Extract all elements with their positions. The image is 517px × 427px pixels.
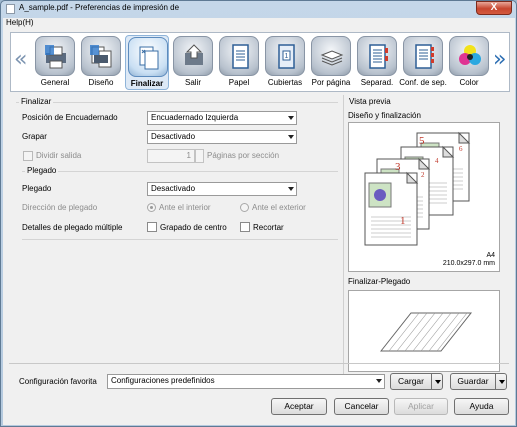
stepper-arrows-icon[interactable] [195, 149, 204, 163]
guardar-button[interactable]: Guardar [450, 373, 507, 390]
tab-papel[interactable]: Papel [217, 35, 261, 90]
folding-preview [348, 290, 500, 372]
document-icon [6, 4, 15, 14]
finalizar-plegado-label: Finalizar-Plegado [348, 277, 411, 286]
plegado-label: Plegado [22, 184, 52, 193]
chevron-down-icon[interactable] [431, 374, 443, 389]
grapar-select[interactable]: Desactivado [147, 130, 297, 144]
separator-icon [357, 36, 397, 76]
grapar-value: Desactivado [151, 132, 196, 141]
aceptar-button[interactable]: Aceptar [271, 398, 327, 415]
dividir-salida-value: 1 [186, 151, 191, 160]
tab-finalizar[interactable]: Finalizar [125, 35, 169, 90]
print-preferences-window: A_sample.pdf - Preferencias de impresión… [0, 0, 517, 427]
close-button[interactable]: X [476, 1, 512, 15]
diseno-finalizacion-label: Diseño y finalización [348, 111, 421, 120]
plegado-group-bottom [22, 239, 338, 240]
page-stack-illustration: 5 3 1 6 4 2 [364, 131, 471, 246]
cargar-button[interactable]: Cargar [390, 373, 443, 390]
layout-preview: 5 3 1 6 4 2 A4 210.0x297.0 mm [348, 122, 500, 272]
page-number-1: 1 [400, 215, 406, 227]
ante-interior-label: Ante el interior [159, 203, 211, 212]
separator-settings-icon [403, 36, 443, 76]
menu-bar: Help(H) [3, 18, 515, 29]
chevron-down-icon [376, 379, 382, 383]
aplicar-button[interactable]: Aplicar [394, 398, 448, 415]
favorita-select[interactable]: Configuraciones predefinidos [107, 374, 385, 389]
window-title: A_sample.pdf - Preferencias de impresión… [19, 3, 180, 12]
ante-interior-radio[interactable] [147, 203, 156, 212]
chevron-down-icon [288, 187, 294, 191]
grapar-label: Grapar [22, 132, 47, 141]
tab-label: Color [459, 78, 479, 87]
chevron-down-icon [288, 116, 294, 120]
printer-icon [35, 36, 75, 76]
paper-size-label: A4 [486, 252, 495, 259]
cargar-label: Cargar [398, 376, 424, 386]
grapado-centro-checkbox[interactable] [147, 222, 157, 232]
preview-panel: Vista previa Diseño y finalización 5 3 1… [343, 95, 507, 377]
tab-separad[interactable]: Separad. [355, 35, 399, 90]
svg-text:1: 1 [285, 53, 289, 60]
encuadernado-select[interactable]: Encuadernado Izquierda [147, 111, 297, 125]
tab-diseno[interactable]: Diseño [79, 35, 123, 90]
direccion-plegado-label: Dirección de plegado [22, 203, 98, 212]
tab-general[interactable]: General [33, 35, 77, 90]
chevron-down-icon[interactable] [495, 374, 507, 389]
favorita-value: Configuraciones predefinidos [111, 376, 215, 385]
recortar-label: Recortar [253, 223, 284, 232]
scroll-right-icon[interactable]: » [493, 47, 506, 72]
color-balls-icon [449, 36, 489, 76]
chevron-down-icon [288, 135, 294, 139]
finishing-settings-panel: Finalizar Posición de Encuadernado Encua… [16, 97, 342, 377]
page-number-2: 2 [421, 171, 425, 179]
ayuda-button[interactable]: Ayuda [454, 398, 509, 415]
plegado-select[interactable]: Desactivado [147, 182, 297, 196]
page-number-3: 3 [395, 161, 401, 173]
page-number-4: 4 [435, 157, 439, 165]
menu-help[interactable]: Help(H) [6, 18, 34, 27]
tab-salir[interactable]: Salir [171, 35, 215, 90]
group-border [16, 102, 338, 103]
grapado-centro-label: Grapado de centro [160, 223, 227, 232]
paginas-seccion-label: Páginas por sección [207, 151, 280, 160]
dividir-salida-stepper[interactable]: 1 [147, 149, 195, 163]
scroll-left-icon[interactable]: « [14, 47, 27, 72]
page-number-5: 5 [419, 135, 425, 147]
encuadernado-label: Posición de Encuadernado [22, 113, 118, 122]
cover-icon: 1 [265, 36, 305, 76]
favorites-divider [9, 363, 509, 364]
tab-strip: « » General Diseño Finalizar Salir Papel… [10, 32, 510, 92]
paper-stack-icon [311, 36, 351, 76]
plegado-value: Desactivado [151, 184, 196, 193]
tab-conf-sep[interactable]: Conf. de sep. [399, 35, 447, 90]
recortar-checkbox[interactable] [240, 222, 250, 232]
title-bar: A_sample.pdf - Preferencias de impresión… [1, 1, 516, 18]
tab-por-pagina[interactable]: Por página [309, 35, 353, 90]
detalles-plegado-label: Detalles de plegado múltiple [22, 223, 123, 232]
output-arrow-icon [173, 36, 213, 76]
folding-illustration [379, 312, 473, 352]
paper-dims-label: 210.0x297.0 mm [442, 260, 495, 267]
preview-heading: Vista previa [349, 97, 391, 106]
encuadernado-value: Encuadernado Izquierda [151, 113, 239, 122]
paper-icon [219, 36, 259, 76]
group-plegado-label: Plegado [25, 166, 59, 175]
ante-exterior-label: Ante el exterior [252, 203, 306, 212]
favorita-label: Configuración favorita [19, 377, 97, 386]
dividir-salida-label: Dividir salida [36, 151, 82, 160]
tab-color[interactable]: Color [447, 35, 491, 90]
group-finalizar-label: Finalizar [19, 97, 54, 106]
dialog-body: « » General Diseño Finalizar Salir Papel… [3, 29, 515, 425]
cancelar-button[interactable]: Cancelar [334, 398, 389, 415]
guardar-label: Guardar [457, 376, 489, 386]
tab-cubiertas[interactable]: 1 Cubiertas [263, 35, 307, 90]
page-number-6: 6 [459, 145, 463, 153]
finishing-icon [128, 37, 168, 77]
dividir-salida-checkbox[interactable] [23, 151, 33, 161]
layout-icon [81, 36, 121, 76]
ante-exterior-radio[interactable] [240, 203, 249, 212]
plegado-group-border [22, 171, 338, 172]
